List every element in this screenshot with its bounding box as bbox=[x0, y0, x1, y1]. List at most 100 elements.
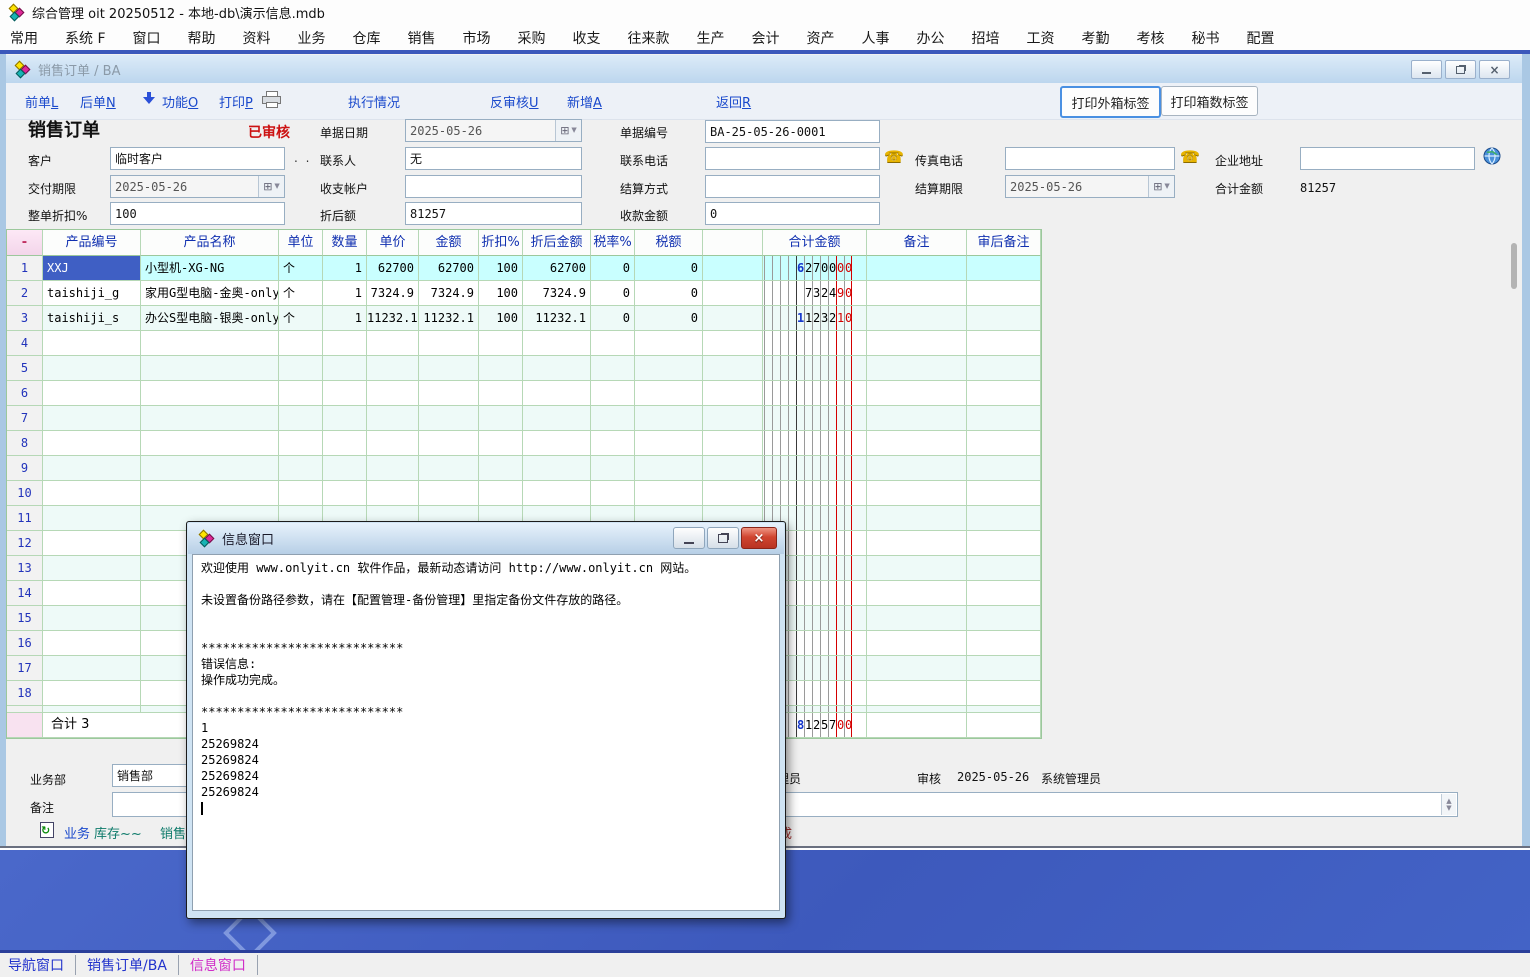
calendar-dropdown-button[interactable]: ⊞▼ bbox=[1148, 176, 1174, 197]
table-cell[interactable] bbox=[43, 381, 141, 406]
table-cell[interactable] bbox=[967, 431, 1041, 456]
toolbar-link-7[interactable]: 新增A bbox=[567, 92, 602, 111]
table-cell[interactable]: 0 bbox=[591, 256, 635, 281]
table-cell[interactable] bbox=[867, 256, 967, 281]
table-cell[interactable] bbox=[867, 631, 967, 656]
fax-phone-icon[interactable]: ☎ bbox=[1180, 147, 1200, 166]
restore-button[interactable] bbox=[1445, 60, 1476, 79]
menu-item-19[interactable]: 考勤 bbox=[1082, 28, 1110, 48]
table-cell[interactable] bbox=[967, 256, 1041, 281]
table-cell[interactable] bbox=[967, 681, 1041, 706]
table-cell[interactable] bbox=[279, 331, 323, 356]
table-cell[interactable] bbox=[763, 481, 867, 506]
table-cell[interactable] bbox=[967, 356, 1041, 381]
table-cell[interactable]: 732490 bbox=[763, 281, 867, 306]
table-cell[interactable] bbox=[867, 706, 967, 713]
table-cell[interactable] bbox=[367, 406, 419, 431]
table-cell[interactable]: 0 bbox=[635, 306, 703, 331]
table-cell[interactable] bbox=[141, 481, 279, 506]
print-box-count-label-button[interactable]: 打印箱数标签 bbox=[1161, 86, 1258, 116]
toolbar-link-2[interactable]: 功能O bbox=[162, 92, 198, 111]
table-cell[interactable]: 100 bbox=[479, 281, 523, 306]
table-cell[interactable] bbox=[367, 331, 419, 356]
table-cell[interactable]: 个 bbox=[279, 256, 323, 281]
table-cell[interactable] bbox=[591, 356, 635, 381]
menu-item-22[interactable]: 配置 bbox=[1247, 28, 1275, 48]
net-input[interactable] bbox=[405, 202, 582, 225]
table-cell[interactable] bbox=[763, 456, 867, 481]
menu-item-9[interactable]: 采购 bbox=[518, 28, 546, 48]
footer-link-1[interactable]: 库存~~ bbox=[94, 823, 142, 842]
table-cell[interactable] bbox=[419, 481, 479, 506]
table-cell[interactable] bbox=[141, 356, 279, 381]
table-cell[interactable] bbox=[419, 431, 479, 456]
menu-item-6[interactable]: 仓库 bbox=[353, 28, 381, 48]
table-cell[interactable] bbox=[279, 356, 323, 381]
table-cell[interactable] bbox=[279, 481, 323, 506]
table-cell[interactable] bbox=[635, 431, 703, 456]
info-close-button[interactable]: × bbox=[741, 527, 777, 549]
contact-input[interactable] bbox=[405, 147, 582, 170]
menu-item-13[interactable]: 会计 bbox=[752, 28, 780, 48]
toolbar-link-6[interactable]: 反审核U bbox=[490, 92, 539, 111]
menu-item-11[interactable]: 往来款 bbox=[628, 28, 670, 48]
table-cell[interactable] bbox=[43, 606, 141, 631]
table-cell[interactable] bbox=[43, 506, 141, 531]
table-cell[interactable]: XXJ bbox=[43, 256, 141, 281]
table-cell[interactable] bbox=[763, 381, 867, 406]
table-cell[interactable] bbox=[967, 556, 1041, 581]
table-cell[interactable]: 7324.9 bbox=[367, 281, 419, 306]
table-cell[interactable] bbox=[43, 331, 141, 356]
table-cell[interactable]: 100 bbox=[479, 306, 523, 331]
table-cell[interactable] bbox=[279, 406, 323, 431]
address-input[interactable] bbox=[1300, 147, 1475, 170]
menu-item-8[interactable]: 市场 bbox=[463, 28, 491, 48]
table-cell[interactable] bbox=[967, 656, 1041, 681]
table-cell[interactable] bbox=[43, 581, 141, 606]
table-cell[interactable] bbox=[591, 456, 635, 481]
table-cell[interactable] bbox=[967, 331, 1041, 356]
table-cell[interactable]: 1123210 bbox=[763, 306, 867, 331]
table-cell[interactable] bbox=[867, 681, 967, 706]
table-cell[interactable] bbox=[43, 531, 141, 556]
table-cell[interactable] bbox=[867, 431, 967, 456]
table-cell[interactable] bbox=[635, 481, 703, 506]
table-cell[interactable] bbox=[867, 531, 967, 556]
table-cell[interactable] bbox=[419, 356, 479, 381]
table-cell[interactable] bbox=[763, 431, 867, 456]
menu-item-16[interactable]: 办公 bbox=[917, 28, 945, 48]
empty-row-4[interactable]: 4 bbox=[7, 331, 1041, 356]
table-cell[interactable] bbox=[479, 431, 523, 456]
table-cell[interactable]: 1 bbox=[323, 281, 367, 306]
table-cell[interactable]: 62700 bbox=[367, 256, 419, 281]
table-cell[interactable]: 0 bbox=[635, 256, 703, 281]
table-cell[interactable]: 0 bbox=[591, 306, 635, 331]
toolbar-link-8[interactable]: 返回R bbox=[716, 92, 751, 111]
doc-date-field[interactable]: 2025-05-26 ⊞▼ bbox=[405, 119, 582, 142]
table-cell[interactable] bbox=[479, 356, 523, 381]
table-cell[interactable] bbox=[867, 306, 967, 331]
note-spinner[interactable]: ▲▼ bbox=[1441, 794, 1456, 815]
info-minimize-button[interactable] bbox=[673, 527, 705, 549]
table-cell[interactable] bbox=[43, 356, 141, 381]
table-cell[interactable] bbox=[43, 706, 141, 713]
menu-item-3[interactable]: 帮助 bbox=[188, 28, 216, 48]
table-cell[interactable]: 1 bbox=[323, 256, 367, 281]
empty-row-8[interactable]: 8 bbox=[7, 431, 1041, 456]
table-cell[interactable] bbox=[967, 581, 1041, 606]
table-cell[interactable]: 个 bbox=[279, 281, 323, 306]
table-cell[interactable] bbox=[523, 356, 591, 381]
table-cell[interactable] bbox=[279, 431, 323, 456]
toolbar-link-5[interactable]: 执行情况 bbox=[348, 92, 400, 111]
table-cell[interactable] bbox=[43, 431, 141, 456]
table-cell[interactable] bbox=[479, 381, 523, 406]
table-cell[interactable] bbox=[591, 331, 635, 356]
table-cell[interactable]: 办公S型电脑-银奥-onlyit bbox=[141, 306, 279, 331]
account-input[interactable] bbox=[405, 175, 582, 198]
menu-item-20[interactable]: 考核 bbox=[1137, 28, 1165, 48]
discount-input[interactable] bbox=[110, 202, 285, 225]
fax-input[interactable] bbox=[1005, 147, 1175, 170]
customer-browse-button[interactable]: . . bbox=[294, 151, 311, 165]
empty-row-9[interactable]: 9 bbox=[7, 456, 1041, 481]
table-cell[interactable] bbox=[635, 381, 703, 406]
